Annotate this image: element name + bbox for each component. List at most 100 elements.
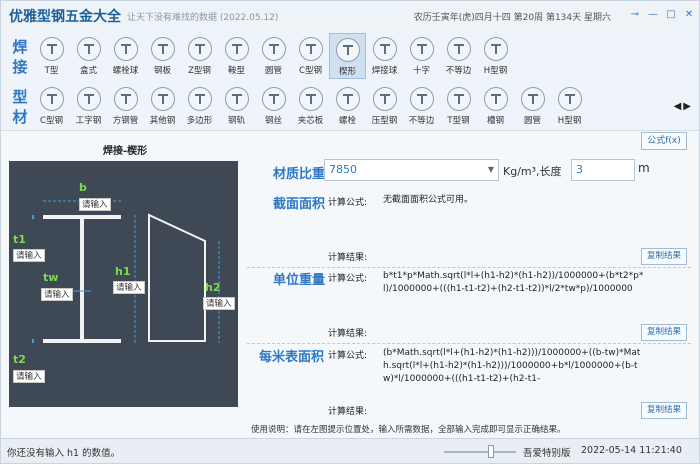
copy-result-button-area[interactable]: 复制结果 [641, 248, 687, 265]
diagram-title: 焊接-楔形 [103, 146, 148, 157]
result-label-surface: 计算结果: [328, 407, 368, 417]
tool-steel-plate[interactable]: 钢板 [144, 33, 181, 79]
next-arrow-icon[interactable]: ▶ [683, 101, 691, 112]
section-title-surface: 每米表面积 [259, 350, 325, 365]
tool-saddle[interactable]: 鞍型 [218, 33, 255, 79]
prev-arrow-icon[interactable]: ◀ [674, 101, 682, 112]
pin-icon[interactable]: ⊸ [629, 8, 641, 22]
tool-label: Z型钢 [188, 66, 211, 76]
tool-label: 圆管 [264, 66, 282, 76]
status-message: 你还没有输入 h1 的数值。 [7, 448, 121, 459]
tool-unequal-angle[interactable]: 不等边 [403, 83, 440, 129]
section-title-weight: 单位重量 [273, 273, 326, 288]
density-value: 7850 [329, 163, 357, 176]
density-select[interactable]: 7850 ▼ [324, 159, 499, 181]
tool-sandwich-panel[interactable]: 夹芯板 [292, 83, 329, 129]
tool-channel[interactable]: 槽钢 [477, 83, 514, 129]
tool-profiled-steel[interactable]: 压型钢 [366, 83, 403, 129]
input-b[interactable]: 请输入 [79, 198, 111, 211]
close-icon[interactable]: ✕ [683, 8, 695, 22]
tool-box-section[interactable]: 盒式 [70, 33, 107, 79]
channel-icon [483, 87, 508, 111]
copy-result-button-surface[interactable]: 复制结果 [641, 402, 687, 419]
dim-label-tw: tw [43, 271, 59, 284]
zoom-slider-track[interactable] [444, 451, 516, 453]
tool-square-tube[interactable]: 方钢管 [107, 83, 144, 129]
formula-label-surface: 计算公式: [328, 351, 368, 361]
zoom-slider-handle[interactable] [488, 445, 494, 458]
formula-button[interactable]: 公式f(x) [641, 132, 687, 150]
tool-label: 钢板 [153, 66, 171, 76]
tool-label: 螺栓 [338, 116, 356, 126]
t-section-icon [39, 37, 64, 61]
formula-label-weight: 计算公式: [328, 274, 368, 284]
bolt-ball-icon [113, 37, 138, 61]
tool-z-section[interactable]: Z型钢 [181, 33, 218, 79]
category-welded: 焊 接 [12, 38, 28, 76]
dim-label-b: b [79, 181, 87, 194]
tool-wedge[interactable]: 楔形 [329, 33, 366, 79]
usage-instructions: 使用说明：请在左图提示位置处，输入所需数据，全部输入完成即可显示正确结果。 [251, 425, 566, 435]
tool-t-section[interactable]: T型 [33, 33, 70, 79]
input-t2[interactable]: 请输入 [13, 370, 45, 383]
tool-label: H型钢 [557, 116, 582, 126]
tool-label: 十字 [412, 66, 430, 76]
density-unit: Kg/m³,长度 [503, 165, 562, 178]
bolt-icon [335, 87, 360, 111]
result-label-area: 计算结果: [328, 253, 368, 263]
tool-label: H型钢 [483, 66, 508, 76]
tool-label: 夹芯板 [297, 116, 324, 126]
unequal-angle-icon [409, 87, 434, 111]
sandwich-panel-icon [298, 87, 323, 111]
maximize-icon[interactable]: □ [665, 8, 677, 22]
tool-c-section[interactable]: C型钢 [292, 33, 329, 79]
section-divider [247, 343, 691, 344]
formula-surface: (b*Math.sqrt(l*l+(h1-h2)*(h1-h2)))/10000… [383, 348, 641, 384]
welded-ball-icon [372, 37, 397, 61]
t-steel-icon [446, 87, 471, 111]
tool-label: 圆管 [523, 116, 541, 126]
tool-i-beam[interactable]: 工字钢 [70, 83, 107, 129]
wedge-icon [335, 38, 360, 62]
h-section-icon [483, 37, 508, 61]
tool-label: 不等边 [445, 66, 472, 76]
minimize-icon[interactable]: — [647, 8, 659, 22]
tool-cross[interactable]: 十字 [403, 33, 440, 79]
app-subtitle: 让天下没有难找的数据 (2022.05.12) [127, 12, 279, 23]
tool-other-steel[interactable]: 其他钢 [144, 83, 181, 129]
tool-polygon[interactable]: 多边形 [181, 83, 218, 129]
input-tw[interactable]: 请输入 [41, 288, 73, 301]
tool-t-steel[interactable]: T型钢 [440, 83, 477, 129]
tool-wire[interactable]: 钢丝 [255, 83, 292, 129]
density-label: 材质比重 [273, 167, 326, 182]
copy-result-button-weight[interactable]: 复制结果 [641, 324, 687, 341]
tool-bolt[interactable]: 螺栓 [329, 83, 366, 129]
length-input[interactable]: 3 [571, 159, 635, 181]
tool-h-beam[interactable]: H型钢 [551, 83, 588, 129]
tool-round-pipe[interactable]: 圆管 [514, 83, 551, 129]
input-t1[interactable]: 请输入 [13, 249, 45, 262]
tool-label: T型钢 [447, 116, 470, 126]
input-h2[interactable]: 请输入 [203, 297, 235, 310]
tool-label: 槽钢 [486, 116, 504, 126]
tool-c-section[interactable]: C型钢 [33, 83, 70, 129]
polygon-icon [187, 87, 212, 111]
tool-welded-ball[interactable]: 焊接球 [366, 33, 403, 79]
tool-bolt-ball[interactable]: 螺栓球 [107, 33, 144, 79]
tool-label: 其他钢 [149, 116, 176, 126]
input-h1[interactable]: 请输入 [113, 281, 145, 294]
app-title: 优雅型钢五金大全 [9, 9, 121, 25]
tool-unequal[interactable]: 不等边 [440, 33, 477, 79]
tool-label: 焊接球 [371, 66, 398, 76]
tool-h-section[interactable]: H型钢 [477, 33, 514, 79]
cross-icon [409, 37, 434, 61]
box-section-icon [76, 37, 101, 61]
status-bar: 你还没有输入 h1 的数值。 吾爱特别版 2022-05-14 11:21:40 [1, 438, 699, 463]
tool-rail[interactable]: 钢轨 [218, 83, 255, 129]
tool-label: 螺栓球 [112, 66, 139, 76]
tool-label: 盒式 [79, 66, 97, 76]
round-pipe-icon [520, 87, 545, 111]
tool-label: 多边形 [186, 116, 213, 126]
tool-label: 楔形 [338, 67, 356, 77]
tool-round-pipe[interactable]: 圆管 [255, 33, 292, 79]
